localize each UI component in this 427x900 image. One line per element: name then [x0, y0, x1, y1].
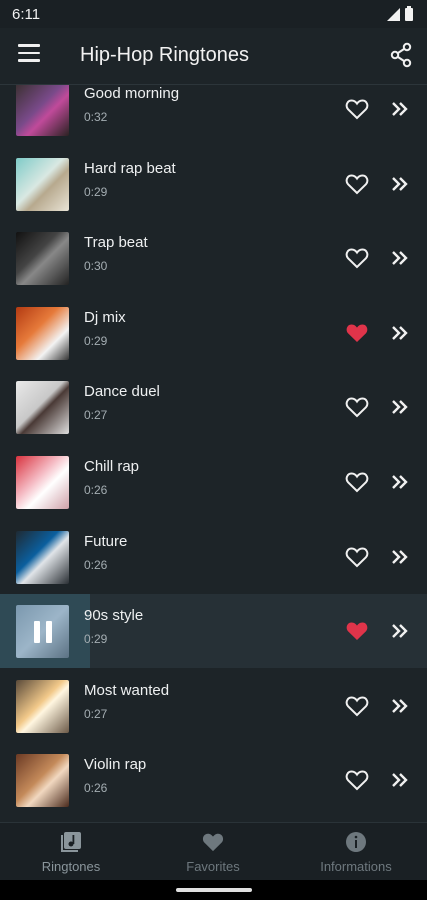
status-time: 6:11	[12, 6, 41, 23]
ringtone-list[interactable]: Good morning 0:32 Hard rap beat 0:29 Trap be…	[0, 85, 427, 822]
info-icon	[346, 832, 366, 852]
nav-favorites[interactable]: Favorites	[142, 823, 284, 881]
ringtone-thumbnail[interactable]	[16, 679, 69, 733]
double-chevron-right-icon[interactable]	[389, 695, 411, 717]
ringtone-row[interactable]: Hard rap beat 0:29	[0, 147, 427, 221]
app-bar: Hip-Hop Ringtones	[0, 28, 427, 85]
home-gesture-pill[interactable]	[176, 888, 252, 892]
nav-label: Favorites	[186, 859, 240, 874]
ringtone-duration: 0:29	[84, 184, 108, 199]
status-icons	[387, 5, 413, 21]
ringtone-name: Dj mix	[84, 308, 126, 326]
ringtone-row[interactable]: Violin rap 0:26	[0, 743, 427, 817]
ringtone-row[interactable]: Dance duel 0:27	[0, 370, 427, 444]
ringtone-name: Dance duel	[84, 383, 160, 401]
ringtone-name: 90s style	[84, 607, 144, 625]
heart-outline-icon[interactable]	[345, 769, 369, 791]
ringtone-thumbnail[interactable]	[16, 306, 69, 360]
heart-icon	[202, 833, 224, 852]
double-chevron-right-icon[interactable]	[389, 247, 411, 269]
ringtone-name: Trap beat	[84, 234, 148, 252]
ringtone-thumbnail[interactable]	[16, 456, 69, 509]
ringtone-row[interactable]: Future 0:26	[0, 520, 427, 594]
ringtone-duration: 0:27	[84, 706, 108, 721]
ringtone-name: Most wanted	[84, 681, 170, 699]
ringtone-row[interactable]: Chill rap 0:26	[0, 445, 427, 519]
ringtone-name: Future	[84, 532, 128, 550]
nav-ringtones[interactable]: Ringtones	[0, 823, 142, 881]
ringtone-row[interactable]: Most wanted 0:27	[0, 669, 427, 743]
page-title: Hip-Hop Ringtones	[80, 44, 249, 66]
double-chevron-right-icon[interactable]	[389, 620, 411, 642]
ringtone-duration: 0:27	[84, 408, 108, 423]
ringtone-row[interactable]: Dj mix 0:29	[0, 296, 427, 370]
heart-outline-icon[interactable]	[345, 546, 369, 568]
bottom-nav: Ringtones Favorites Informations	[0, 822, 427, 881]
ringtone-row[interactable]: 90s style 0:29	[0, 594, 427, 669]
ringtone-duration: 0:30	[84, 259, 108, 274]
battery-icon	[405, 5, 413, 21]
double-chevron-right-icon[interactable]	[389, 396, 411, 418]
ringtone-thumbnail[interactable]	[16, 232, 69, 286]
music-library-icon	[61, 832, 81, 852]
nav-informations[interactable]: Informations	[285, 823, 427, 881]
ringtone-duration: 0:26	[84, 483, 108, 497]
heart-outline-icon[interactable]	[345, 471, 369, 493]
pause-icon[interactable]	[16, 605, 69, 658]
ringtone-duration: 0:32	[84, 110, 108, 124]
menu-icon[interactable]	[18, 44, 40, 64]
nav-label: Ringtones	[41, 859, 101, 874]
heart-outline-icon[interactable]	[345, 98, 369, 120]
share-icon[interactable]	[389, 42, 413, 68]
ringtone-duration: 0:26	[84, 557, 108, 572]
double-chevron-right-icon[interactable]	[389, 173, 411, 195]
ringtone-name: Chill rap	[84, 458, 140, 475]
double-chevron-right-icon[interactable]	[389, 322, 411, 344]
ringtone-thumbnail[interactable]	[16, 381, 69, 435]
double-chevron-right-icon[interactable]	[389, 471, 411, 493]
ringtone-row[interactable]: Good morning 0:32	[0, 85, 427, 146]
ringtone-name: Hard rap beat	[84, 159, 176, 177]
status-bar: 6:11	[0, 0, 427, 28]
heart-outline-icon[interactable]	[345, 695, 369, 717]
ringtone-row[interactable]: Trap beat 0:30	[0, 221, 427, 295]
ringtone-duration: 0:29	[84, 632, 108, 647]
ringtone-thumbnail[interactable]	[16, 530, 69, 584]
ringtone-name: Good morning	[84, 85, 180, 102]
heart-outline-icon[interactable]	[345, 247, 369, 269]
nav-label: Informations	[320, 859, 392, 874]
ringtone-duration: 0:29	[84, 333, 108, 348]
ringtone-duration: 0:26	[84, 781, 108, 796]
double-chevron-right-icon[interactable]	[389, 546, 411, 568]
heart-filled-icon[interactable]	[345, 620, 369, 642]
ringtone-thumbnail[interactable]	[16, 85, 69, 136]
ringtone-thumbnail[interactable]	[16, 754, 69, 808]
heart-outline-icon[interactable]	[345, 173, 369, 195]
gesture-bar	[0, 880, 427, 900]
heart-filled-icon[interactable]	[345, 322, 369, 344]
double-chevron-right-icon[interactable]	[389, 769, 411, 791]
double-chevron-right-icon[interactable]	[389, 98, 411, 120]
signal-icon	[387, 7, 400, 21]
heart-outline-icon[interactable]	[345, 396, 369, 418]
ringtone-name: Violin rap	[84, 756, 147, 774]
ringtone-thumbnail[interactable]	[16, 157, 69, 211]
